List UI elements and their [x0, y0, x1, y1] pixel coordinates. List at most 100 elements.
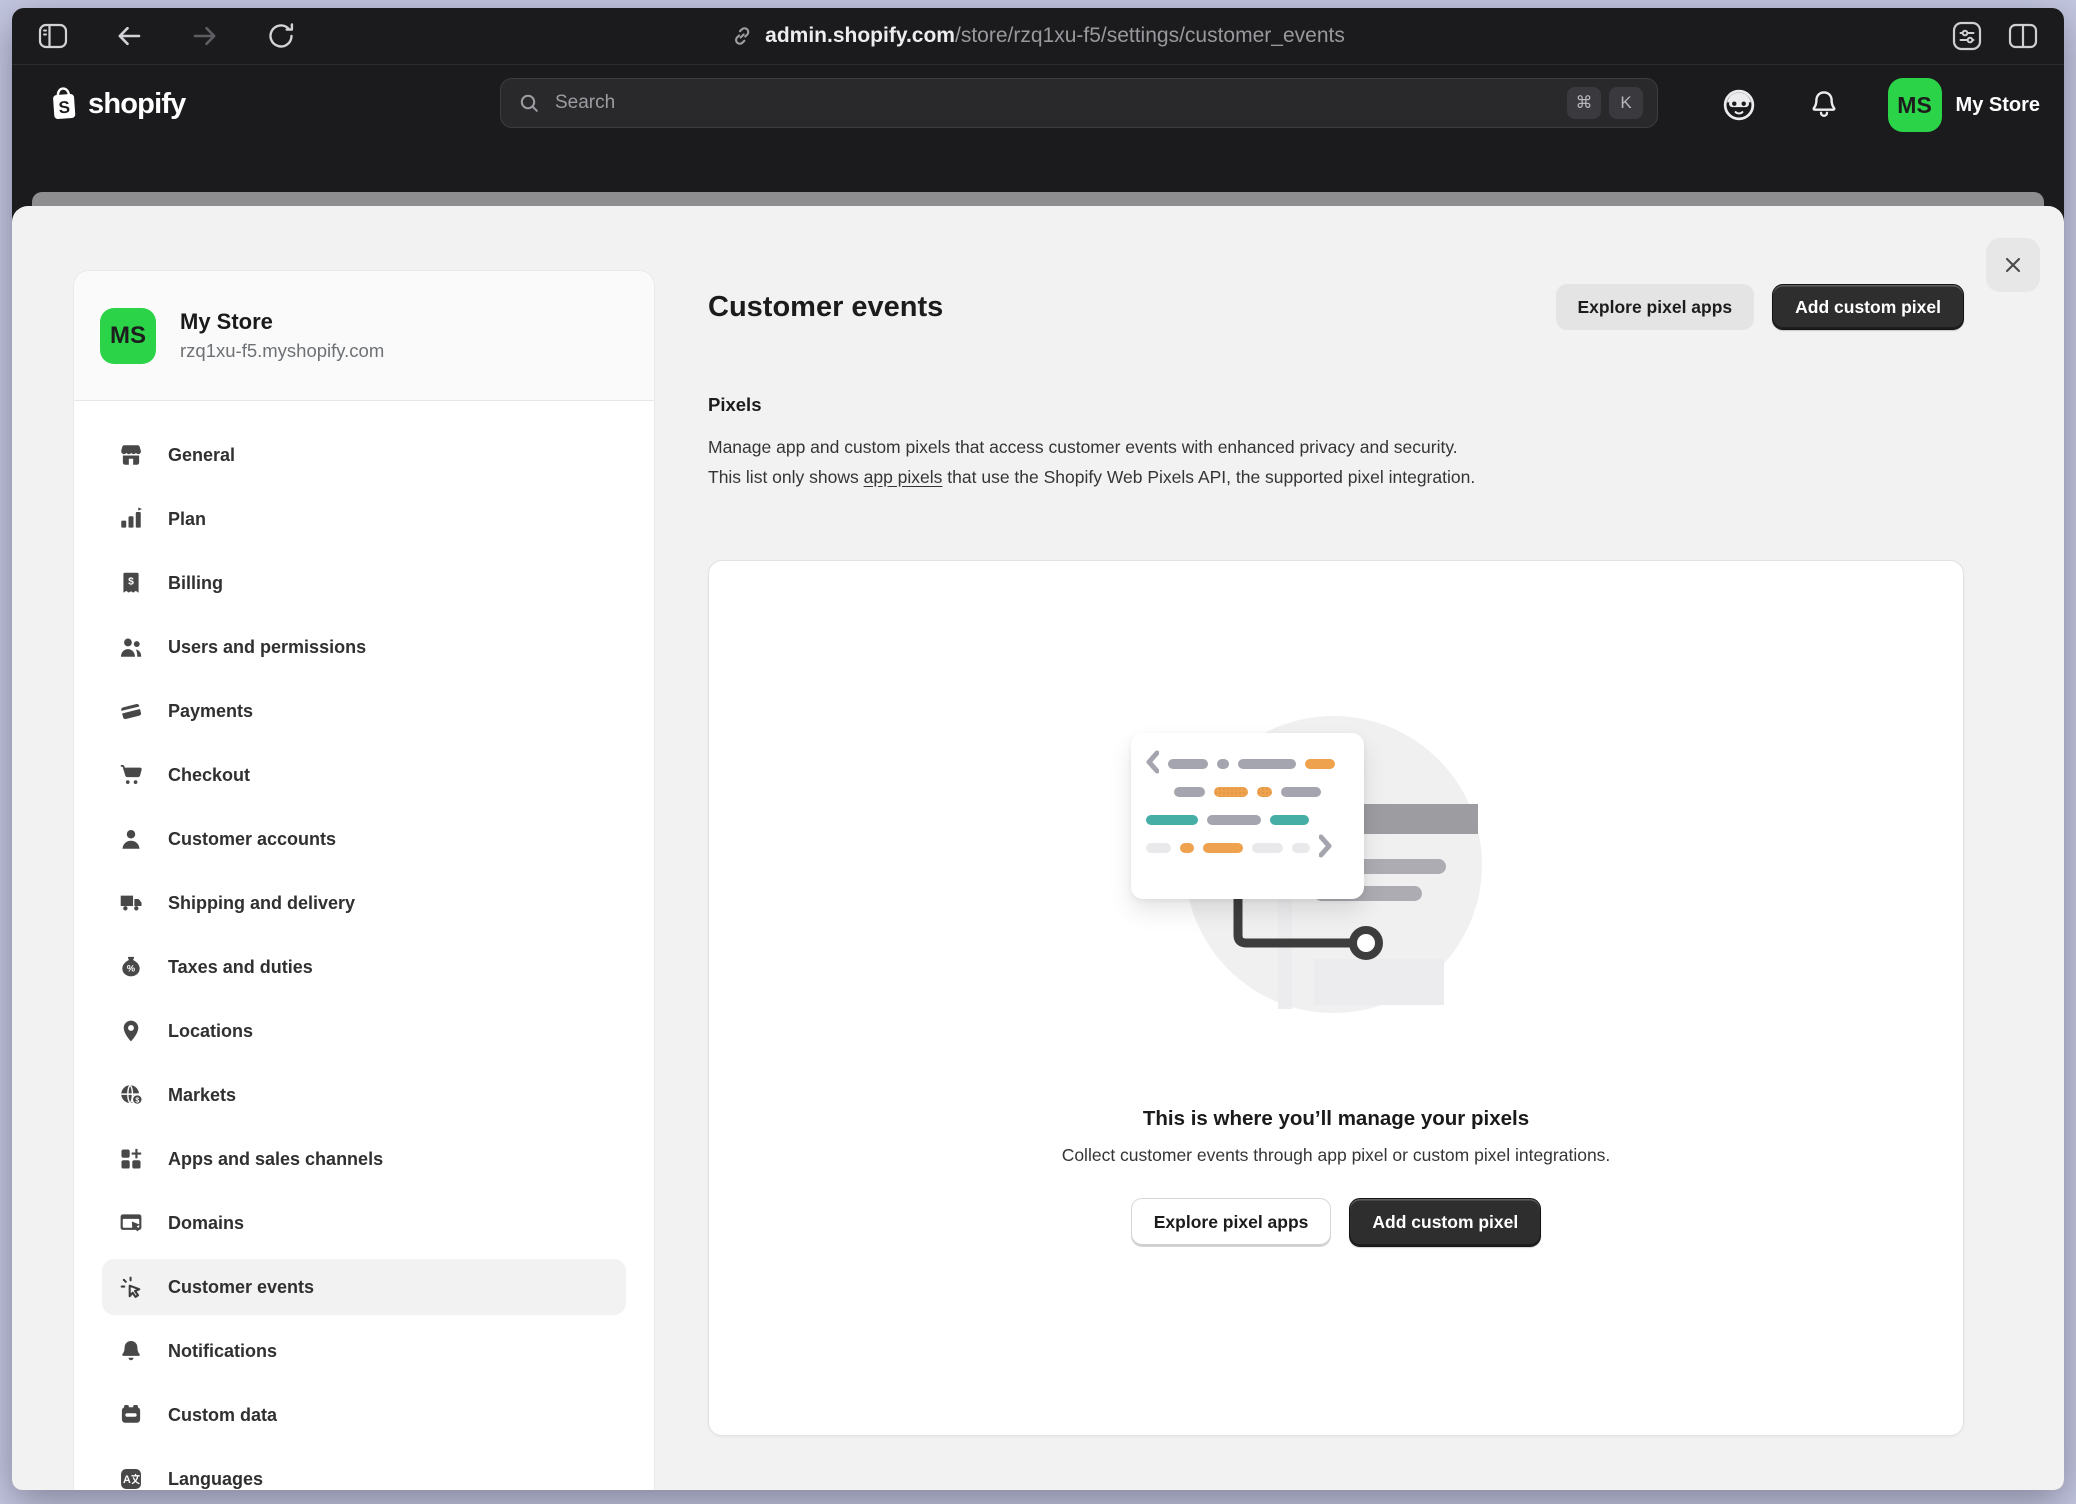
url-path: /store/rzq1xu-f5/settings/customer_event… [955, 24, 1345, 47]
pixels-description: Manage app and custom pixels that access… [708, 432, 1964, 492]
sidebar-item-label: Customer events [168, 1277, 314, 1298]
store-card: MS My Store rzq1xu-f5.myshopify.com [74, 271, 654, 401]
sidebar-item-shipping-and-delivery[interactable]: Shipping and delivery [102, 875, 626, 931]
sidebar-item-label: Users and permissions [168, 637, 366, 658]
svg-text:%: % [127, 964, 135, 974]
svg-text:A: A [123, 1474, 131, 1486]
browser-window: admin.shopify.com/store/rzq1xu-f5/settin… [12, 8, 2064, 1490]
truck-icon [118, 890, 144, 916]
empty-state-title: This is where you’ll manage your pixels [1143, 1107, 1529, 1131]
search-shortcut: ⌘ K [1567, 87, 1643, 119]
sidebar-item-markets[interactable]: $Markets [102, 1067, 626, 1123]
sidebar-item-label: Languages [168, 1469, 263, 1490]
search-input[interactable]: Search ⌘ K [500, 78, 1658, 128]
svg-text:S: S [58, 98, 71, 118]
store-avatar: MS [1888, 78, 1942, 132]
chevron-right-icon [1319, 834, 1332, 858]
explore-pixel-apps-button[interactable]: Explore pixel apps [1556, 284, 1755, 330]
sidebar-item-notifications[interactable]: Notifications [102, 1323, 626, 1379]
page-title: Customer events [708, 291, 943, 324]
bell-icon [118, 1338, 144, 1364]
back-icon[interactable] [114, 21, 144, 51]
sidebar-item-label: Plan [168, 509, 206, 530]
sidebar-item-label: Apps and sales channels [168, 1149, 383, 1170]
sidebar-item-plan[interactable]: Plan [102, 491, 626, 547]
k-key: K [1609, 87, 1643, 119]
cursor-click-icon [118, 1274, 144, 1300]
pixels-illustration [1126, 709, 1546, 1041]
split-view-icon[interactable] [2008, 21, 2038, 51]
add-custom-pixel-button-empty[interactable]: Add custom pixel [1349, 1198, 1541, 1247]
map-pin-icon [118, 1018, 144, 1044]
sidebar-item-label: Checkout [168, 765, 250, 786]
sidebar-item-checkout[interactable]: Checkout [102, 747, 626, 803]
sidebar-item-label: Custom data [168, 1405, 277, 1426]
svg-text:$: $ [128, 577, 134, 588]
reload-icon[interactable] [266, 21, 296, 51]
page-settings-icon[interactable] [1952, 21, 1982, 51]
users-icon [118, 634, 144, 660]
sidebar-item-label: Markets [168, 1085, 236, 1106]
store-name-label: My Store [1956, 94, 2040, 117]
shopify-wordmark: shopify [88, 88, 186, 121]
store-card-domain: rzq1xu-f5.myshopify.com [180, 340, 384, 362]
close-icon [2000, 252, 2026, 278]
store-icon [118, 442, 144, 468]
store-menu[interactable]: MS My Store [1888, 78, 2040, 132]
person-icon [118, 826, 144, 852]
sidekick-assistant-icon[interactable] [1718, 84, 1760, 126]
translate-icon: A [118, 1466, 144, 1490]
shopify-logo[interactable]: S shopify [48, 79, 186, 129]
description-line1: Manage app and custom pixels that access… [708, 437, 1458, 457]
shopify-bag-icon: S [48, 86, 80, 122]
shopify-admin-header: S shopify Search ⌘ K [12, 65, 2064, 192]
notifications-bell-icon[interactable] [1804, 85, 1844, 125]
settings-modal: MS My Store rzq1xu-f5.myshopify.com Gene… [12, 206, 2064, 1490]
sidebar-item-users-and-permissions[interactable]: Users and permissions [102, 619, 626, 675]
sidebar-item-apps-and-sales-channels[interactable]: Apps and sales channels [102, 1131, 626, 1187]
search-icon [517, 91, 541, 115]
address-bar[interactable]: admin.shopify.com/store/rzq1xu-f5/settin… [731, 24, 1345, 48]
browser-toolbar: admin.shopify.com/store/rzq1xu-f5/settin… [12, 8, 2064, 65]
cmd-key: ⌘ [1567, 87, 1601, 119]
settings-nav: General Plan $Billing Users and permissions… [74, 401, 654, 1490]
close-button[interactable] [1986, 238, 2040, 292]
sidebar-toggle-icon[interactable] [38, 21, 68, 51]
sidebar-item-taxes-and-duties[interactable]: % Taxes and duties [102, 939, 626, 995]
cart-icon [118, 762, 144, 788]
sidebar-item-domains[interactable]: Domains [102, 1195, 626, 1251]
url-host: admin.shopify.com [765, 24, 955, 47]
settings-sidebar: MS My Store rzq1xu-f5.myshopify.com Gene… [73, 270, 655, 1490]
sidebar-item-label: Domains [168, 1213, 244, 1234]
code-snippet-card [1131, 733, 1364, 899]
sidebar-item-billing[interactable]: $Billing [102, 555, 626, 611]
link-icon [731, 25, 753, 47]
sidebar-item-custom-data[interactable]: Custom data [102, 1387, 626, 1443]
store-card-name: My Store [180, 309, 384, 335]
sidebar-item-label: Locations [168, 1021, 253, 1042]
sidebar-item-label: Notifications [168, 1341, 277, 1362]
search-placeholder: Search [555, 92, 1553, 114]
sidebar-item-label: Taxes and duties [168, 957, 313, 978]
sidebar-item-locations[interactable]: Locations [102, 1003, 626, 1059]
sidebar-item-customer-accounts[interactable]: Customer accounts [102, 811, 626, 867]
app-pixels-link[interactable]: app pixels [864, 467, 943, 487]
store-avatar-large: MS [100, 308, 156, 364]
plan-icon [118, 506, 144, 532]
sidebar-item-general[interactable]: General [102, 427, 626, 483]
sidebar-item-label: Payments [168, 701, 253, 722]
description-line2-post: that use the Shopify Web Pixels API, the… [942, 467, 1475, 487]
money-bag-icon: % [118, 954, 144, 980]
apps-icon [118, 1146, 144, 1172]
payments-icon [118, 698, 144, 724]
settings-content: Customer events Explore pixel apps Add c… [708, 206, 1964, 1436]
sidebar-item-customer-events[interactable]: Customer events [102, 1259, 626, 1315]
explore-pixel-apps-button-empty[interactable]: Explore pixel apps [1131, 1198, 1332, 1247]
sidebar-item-languages[interactable]: A Languages [102, 1451, 626, 1490]
empty-state-subtext: Collect customer events through app pixe… [1062, 1145, 1611, 1166]
sidebar-item-payments[interactable]: Payments [102, 683, 626, 739]
add-custom-pixel-button[interactable]: Add custom pixel [1772, 284, 1964, 330]
database-icon [118, 1402, 144, 1428]
forward-icon[interactable] [190, 21, 220, 51]
description-line2-pre: This list only shows [708, 467, 864, 487]
